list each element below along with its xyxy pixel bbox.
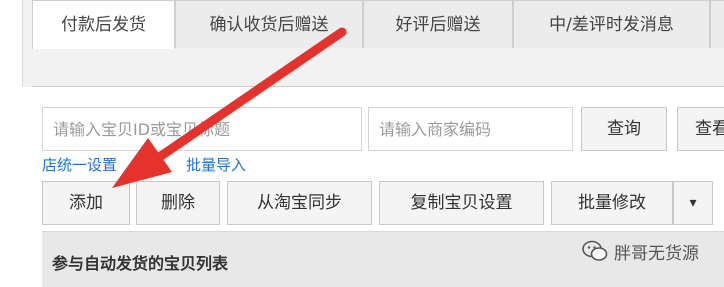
view-button[interactable]: 查看 <box>677 107 724 151</box>
query-button[interactable]: 查询 <box>581 107 667 151</box>
merchant-code-input[interactable] <box>368 107 573 151</box>
watermark-text: 胖哥无货源 <box>614 243 699 264</box>
tab-overflow[interactable] <box>710 0 724 48</box>
batch-edit-button[interactable]: 批量修改 <box>551 181 673 225</box>
delete-button[interactable]: 删除 <box>136 181 220 225</box>
store-settings-link[interactable]: 店统一设置 <box>42 154 117 175</box>
add-button[interactable]: 添加 <box>42 181 130 225</box>
tab-bad-review-message[interactable]: 中/差评时发消息 <box>513 0 710 48</box>
watermark: 胖哥无货源 <box>582 238 699 264</box>
chevron-down-icon: ▾ <box>689 195 697 211</box>
item-search-input[interactable] <box>42 107 362 151</box>
sync-from-taobao-button[interactable]: 从淘宝同步 <box>227 181 372 225</box>
tab-after-good-review[interactable]: 好评后赠送 <box>363 0 513 48</box>
wechat-icon <box>582 240 608 261</box>
list-title: 参与自动发货的宝贝列表 <box>52 254 229 273</box>
tab-after-confirm-receipt[interactable]: 确认收货后赠送 <box>175 0 363 48</box>
batch-edit-dropdown-button[interactable]: ▾ <box>673 181 713 225</box>
tab-after-payment[interactable]: 付款后发货 <box>32 0 175 49</box>
batch-import-link[interactable]: 批量导入 <box>186 154 246 175</box>
copy-item-settings-button[interactable]: 复制宝贝设置 <box>379 181 544 225</box>
